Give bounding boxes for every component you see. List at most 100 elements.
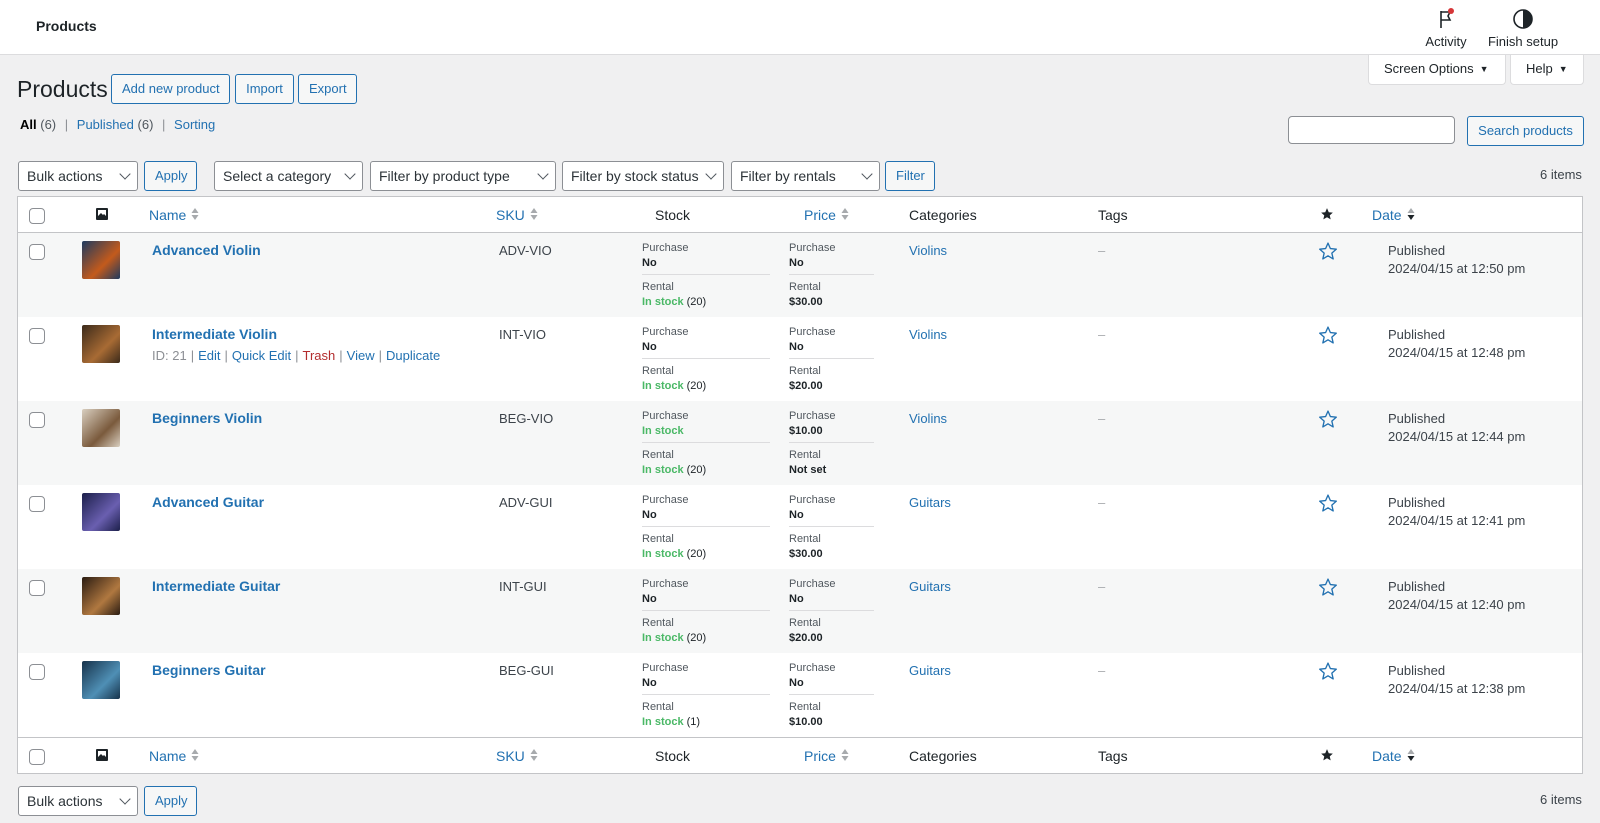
purchase-label: Purchase	[642, 578, 689, 590]
date-text: 2024/04/15 at 12:50 pm	[1388, 261, 1526, 276]
category-link[interactable]: Violins	[909, 327, 947, 342]
screen-options-button[interactable]: Screen Options ▼	[1368, 55, 1506, 85]
trash-link[interactable]: Trash	[303, 348, 336, 363]
chevron-down-icon	[861, 168, 873, 180]
search-input[interactable]	[1288, 116, 1455, 144]
column-price[interactable]: Price	[804, 748, 849, 764]
featured-star-icon[interactable]	[1320, 207, 1334, 221]
filter-button[interactable]: Filter	[885, 161, 935, 191]
table-row: Advanced Guitar ADV-GUI Purchase No Rental In…	[18, 485, 1582, 569]
date-text: 2024/04/15 at 12:38 pm	[1388, 681, 1526, 696]
bulk-actions-select[interactable]: Bulk actions	[18, 161, 138, 191]
row-checkbox[interactable]	[29, 580, 45, 596]
purchase-label: Purchase	[642, 410, 689, 422]
product-type-select[interactable]: Filter by product type	[370, 161, 556, 191]
separator: |	[224, 348, 228, 363]
quick-edit-link[interactable]: Quick Edit	[232, 348, 291, 363]
stock-purchase: Purchase In stock	[642, 409, 688, 439]
activity-button[interactable]: Activity	[1416, 7, 1476, 49]
view-sorting-link[interactable]: Sorting	[174, 117, 215, 132]
featured-star-icon[interactable]	[1318, 493, 1338, 513]
stock-purchase: Purchase No	[642, 493, 688, 523]
duplicate-link[interactable]: Duplicate	[386, 348, 440, 363]
row-checkbox[interactable]	[29, 412, 45, 428]
featured-star-icon[interactable]	[1318, 325, 1338, 345]
featured-star-icon[interactable]	[1318, 577, 1338, 597]
sort-icon	[1407, 207, 1415, 221]
column-sku[interactable]: SKU	[496, 748, 538, 764]
price-purchase: Purchase $10.00	[789, 409, 835, 439]
featured-star-icon[interactable]	[1318, 661, 1338, 681]
column-date[interactable]: Date	[1372, 748, 1415, 764]
table-row: Intermediate Guitar INT-GUI Purchase No Rent…	[18, 569, 1582, 653]
column-name[interactable]: Name	[149, 207, 199, 223]
table-row: Intermediate Violin ID: 21 | Edit | Quick Edi…	[18, 317, 1582, 401]
row-checkbox[interactable]	[29, 328, 45, 344]
separator: |	[64, 117, 69, 132]
column-name[interactable]: Name	[149, 748, 199, 764]
price-purchase: Purchase No	[789, 241, 835, 271]
product-name-link[interactable]: Advanced Violin	[152, 242, 261, 258]
add-new-product-button[interactable]: Add new product	[111, 74, 230, 104]
purchase-label: Purchase	[789, 326, 836, 338]
category-link[interactable]: Violins	[909, 411, 947, 426]
row-checkbox[interactable]	[29, 664, 45, 680]
featured-star-icon[interactable]	[1318, 409, 1338, 429]
select-all-checkbox[interactable]	[29, 749, 45, 765]
chevron-down-icon	[344, 168, 356, 180]
row-checkbox[interactable]	[29, 244, 45, 260]
stock-rental: Rental In stock (1)	[642, 700, 700, 730]
rentals-select[interactable]: Filter by rentals	[731, 161, 880, 191]
activity-label: Activity	[1425, 34, 1467, 49]
column-name-label: Name	[149, 748, 187, 764]
product-thumbnail[interactable]	[82, 409, 120, 447]
product-sku: ADV-VIO	[499, 243, 552, 258]
purchase-label: Purchase	[642, 242, 689, 254]
category-link[interactable]: Guitars	[909, 495, 951, 510]
price-purchase-value: No	[789, 677, 804, 689]
finish-setup-button[interactable]: Finish setup	[1483, 7, 1563, 49]
edit-link[interactable]: Edit	[198, 348, 220, 363]
featured-star-icon[interactable]	[1320, 748, 1334, 762]
stock-status-select[interactable]: Filter by stock status	[562, 161, 724, 191]
column-date[interactable]: Date	[1372, 207, 1415, 223]
image-icon	[96, 749, 108, 761]
purchase-label: Purchase	[789, 662, 836, 674]
price-rental: Rental $20.00	[789, 616, 823, 646]
column-sku[interactable]: SKU	[496, 207, 538, 223]
column-date-label: Date	[1372, 207, 1402, 223]
category-link[interactable]: Guitars	[909, 579, 951, 594]
help-button[interactable]: Help ▼	[1510, 55, 1584, 85]
category-link[interactable]: Violins	[909, 243, 947, 258]
bulk-actions-select-bottom[interactable]: Bulk actions	[18, 786, 138, 816]
product-thumbnail[interactable]	[82, 577, 120, 615]
featured-star-icon[interactable]	[1318, 241, 1338, 261]
import-button[interactable]: Import	[235, 74, 294, 104]
product-name-link[interactable]: Intermediate Violin	[152, 326, 277, 342]
product-name-link[interactable]: Beginners Guitar	[152, 662, 266, 678]
date-text: 2024/04/15 at 12:48 pm	[1388, 345, 1526, 360]
select-all-checkbox[interactable]	[29, 208, 45, 224]
apply-button[interactable]: Apply	[144, 161, 197, 191]
product-thumbnail[interactable]	[82, 325, 120, 363]
product-thumbnail[interactable]	[82, 661, 120, 699]
items-count: 6 items	[1540, 167, 1582, 182]
price-rental-value: $30.00	[789, 296, 823, 308]
stock-rental-value: In stock	[642, 716, 684, 728]
view-all-link[interactable]: All	[20, 117, 37, 132]
product-name-link[interactable]: Beginners Violin	[152, 410, 262, 426]
row-checkbox[interactable]	[29, 496, 45, 512]
view-published-link[interactable]: Published	[77, 117, 134, 132]
product-name-link[interactable]: Intermediate Guitar	[152, 578, 280, 594]
search-products-button[interactable]: Search products	[1467, 116, 1584, 146]
view-link[interactable]: View	[347, 348, 375, 363]
sort-icon	[530, 207, 538, 221]
product-thumbnail[interactable]	[82, 493, 120, 531]
category-link[interactable]: Guitars	[909, 663, 951, 678]
export-button[interactable]: Export	[298, 74, 357, 104]
apply-button-bottom[interactable]: Apply	[144, 786, 197, 816]
column-price[interactable]: Price	[804, 207, 849, 223]
product-name-link[interactable]: Advanced Guitar	[152, 494, 264, 510]
product-thumbnail[interactable]	[82, 241, 120, 279]
category-select[interactable]: Select a category	[214, 161, 363, 191]
